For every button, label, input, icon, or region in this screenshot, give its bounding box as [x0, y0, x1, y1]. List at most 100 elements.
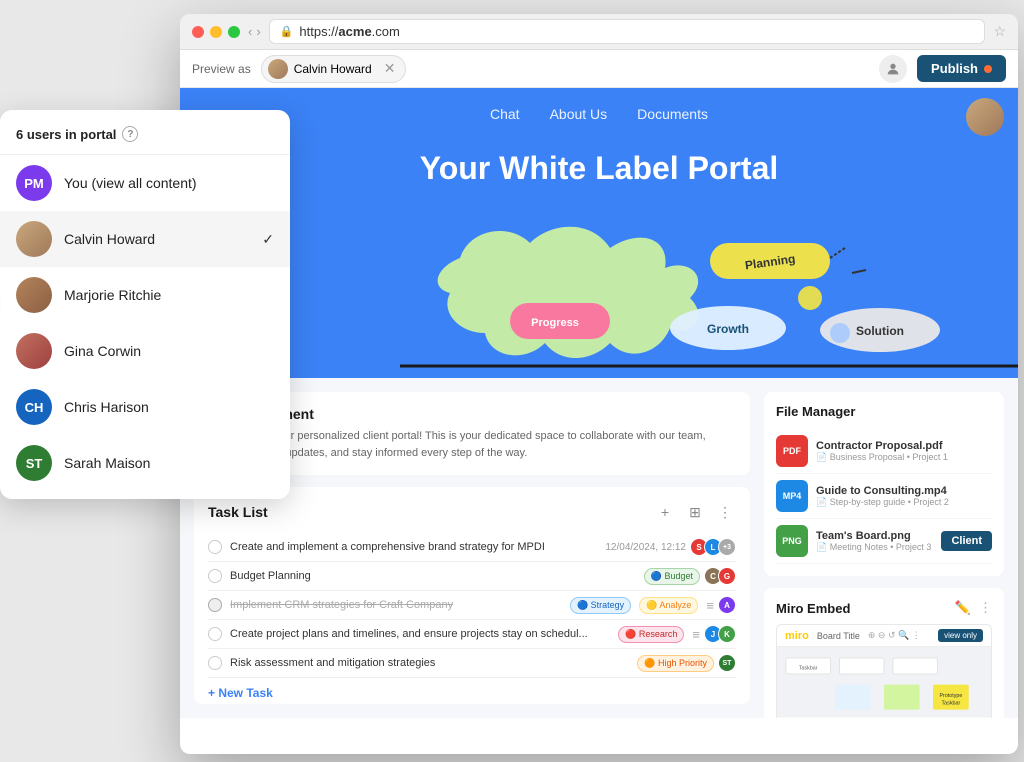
avatar [16, 333, 52, 369]
right-panel: File Manager PDF Contractor Proposal.pdf… [764, 392, 1004, 704]
nav-chat[interactable]: Chat [490, 106, 520, 122]
miro-actions: ✏️ ⋮ [955, 600, 992, 616]
user-dropdown: 6 users in portal ? PM You (view all con… [0, 110, 290, 499]
list-item: PNG Team's Board.png 📄 Meeting Notes • P… [776, 519, 992, 564]
task-checkbox[interactable] [208, 569, 222, 583]
file-meta: 📄 Meeting Notes • Project 3 [816, 542, 933, 553]
task-list-title: Task List [208, 504, 268, 520]
task-tag-analyze: 🟡 Analyze [639, 597, 698, 614]
portal-content: Chat About Us Documents Your White Label… [180, 88, 1018, 718]
svg-text:Solution: Solution [856, 324, 904, 338]
back-icon[interactable]: ‹ [248, 24, 252, 39]
announcement-text: Welcome to your personalized client port… [212, 428, 736, 461]
list-item[interactable]: PM You (view all content) [0, 155, 290, 211]
nav-documents[interactable]: Documents [637, 106, 708, 122]
miro-controls: ⊕ ⊖ ↺ 🔍 ⋮ [868, 630, 921, 641]
main-content: Announcement Welcome to your personalize… [180, 378, 1018, 718]
avatar: PM [16, 165, 52, 201]
task-actions: + ⊞ ⋮ [654, 501, 736, 523]
file-manager-card: File Manager PDF Contractor Proposal.pdf… [764, 392, 1004, 576]
list-icon: ≡ [692, 627, 700, 642]
grid-icon[interactable]: ⊞ [684, 501, 706, 523]
nav-about[interactable]: About Us [550, 106, 608, 122]
close-traffic-light[interactable] [192, 26, 204, 38]
miro-header: Miro Embed ✏️ ⋮ [776, 600, 992, 616]
title-bar: ‹ › 🔒 https://acme.com ☆ [180, 14, 1018, 50]
dropdown-card: 6 users in portal ? PM You (view all con… [0, 110, 290, 499]
miro-card: Miro Embed ✏️ ⋮ miro Board Title ⊕ ⊖ ↺ 🔍… [764, 588, 1004, 718]
svg-text:Prototype: Prototype [939, 693, 962, 699]
miro-board-area: Taskbar Prototype Taskbar [777, 647, 991, 717]
task-checkbox[interactable] [208, 656, 222, 670]
task-text: Budget Planning [230, 570, 636, 582]
file-name: Contractor Proposal.pdf [816, 440, 992, 452]
task-card: Task List + ⊞ ⋮ Create and implement a c… [194, 487, 750, 704]
list-item[interactable]: CH Chris Harison [0, 379, 290, 435]
hero-nav: Chat About Us Documents [180, 88, 1018, 140]
svg-text:Progress: Progress [531, 317, 579, 329]
minimize-traffic-light[interactable] [210, 26, 222, 38]
add-task-icon[interactable]: + [654, 501, 676, 523]
list-item[interactable]: Calvin Howard ✓ [0, 211, 290, 267]
announcement-title: Announcement [212, 406, 736, 422]
more-options-icon[interactable]: ⋮ [714, 501, 736, 523]
url-bar[interactable]: 🔒 https://acme.com [269, 19, 986, 44]
list-item[interactable]: Gina Corwin [0, 323, 290, 379]
list-item[interactable]: Marjorie Ritchie [0, 267, 290, 323]
edit-icon[interactable]: ✏️ [955, 600, 971, 616]
forward-icon[interactable]: › [256, 24, 260, 39]
file-info: Guide to Consulting.mp4 📄 Step-by-step g… [816, 485, 992, 508]
avatar: CH [16, 389, 52, 425]
publish-button[interactable]: Publish [917, 55, 1006, 82]
profile-icon[interactable] [879, 55, 907, 83]
user-name: Calvin Howard [64, 231, 155, 247]
table-row: Budget Planning 🔵 Budget C G [208, 562, 736, 591]
portal-users-count: 6 users in portal [16, 127, 116, 142]
task-tag-budget: 🔵 Budget [644, 568, 700, 585]
user-name: Gina Corwin [64, 343, 141, 359]
list-icon: ≡ [706, 598, 714, 613]
maximize-traffic-light[interactable] [228, 26, 240, 38]
list-item[interactable]: ST Sarah Maison [0, 435, 290, 491]
task-text: Implement CRM strategies for Craft Compa… [230, 599, 562, 611]
table-row: Create project plans and timelines, and … [208, 620, 736, 649]
preview-close-button[interactable]: ✕ [384, 60, 396, 77]
mp4-icon: MP4 [776, 480, 808, 512]
table-row: Risk assessment and mitigation strategie… [208, 649, 736, 678]
task-tag-research: 🔴 Research [618, 626, 684, 643]
svg-text:Growth: Growth [707, 322, 749, 336]
preview-label: Preview as [192, 62, 251, 76]
traffic-lights [192, 26, 240, 38]
hero-section: Chat About Us Documents Your White Label… [180, 88, 1018, 378]
pdf-icon: PDF [776, 435, 808, 467]
user-name: You (view all content) [64, 175, 197, 191]
avatar: K [718, 625, 736, 643]
png-icon: PNG [776, 525, 808, 557]
task-checkbox[interactable] [208, 627, 222, 641]
avatar: +3 [718, 538, 736, 556]
task-tag-highpri: 🟠 High Priority [637, 655, 714, 672]
help-icon[interactable]: ? [122, 126, 138, 142]
more-icon[interactable]: ⋮ [979, 600, 992, 616]
preview-bar: Preview as Calvin Howard ✕ Publish [180, 50, 1018, 88]
list-item: PDF Contractor Proposal.pdf 📄 Business P… [776, 429, 992, 474]
preview-user-chip[interactable]: Calvin Howard ✕ [261, 55, 407, 83]
preview-user-name: Calvin Howard [294, 62, 372, 76]
task-text: Create and implement a comprehensive bra… [230, 541, 597, 553]
table-row: Implement CRM strategies for Craft Compa… [208, 591, 736, 620]
file-name: Team's Board.png [816, 530, 933, 542]
task-avatars: ST [722, 654, 736, 672]
file-meta: 📄 Step-by-step guide • Project 2 [816, 497, 992, 508]
task-date: 12/04/2024, 12:12 [605, 542, 686, 553]
list-item: MP4 Guide to Consulting.mp4 📄 Step-by-st… [776, 474, 992, 519]
task-tag-strategy: 🔵 Strategy [570, 597, 631, 614]
file-name: Guide to Consulting.mp4 [816, 485, 992, 497]
user-name: Sarah Maison [64, 455, 150, 471]
hero-shapes: Planning Progress Growth Solution [180, 218, 1018, 378]
task-checkbox-done[interactable] [208, 598, 222, 612]
task-checkbox[interactable] [208, 540, 222, 554]
task-avatars: S L +3 [694, 538, 736, 556]
new-task-button[interactable]: + New Task [208, 678, 736, 700]
file-meta: 📄 Business Proposal • Project 1 [816, 452, 992, 463]
star-icon[interactable]: ☆ [993, 23, 1006, 40]
